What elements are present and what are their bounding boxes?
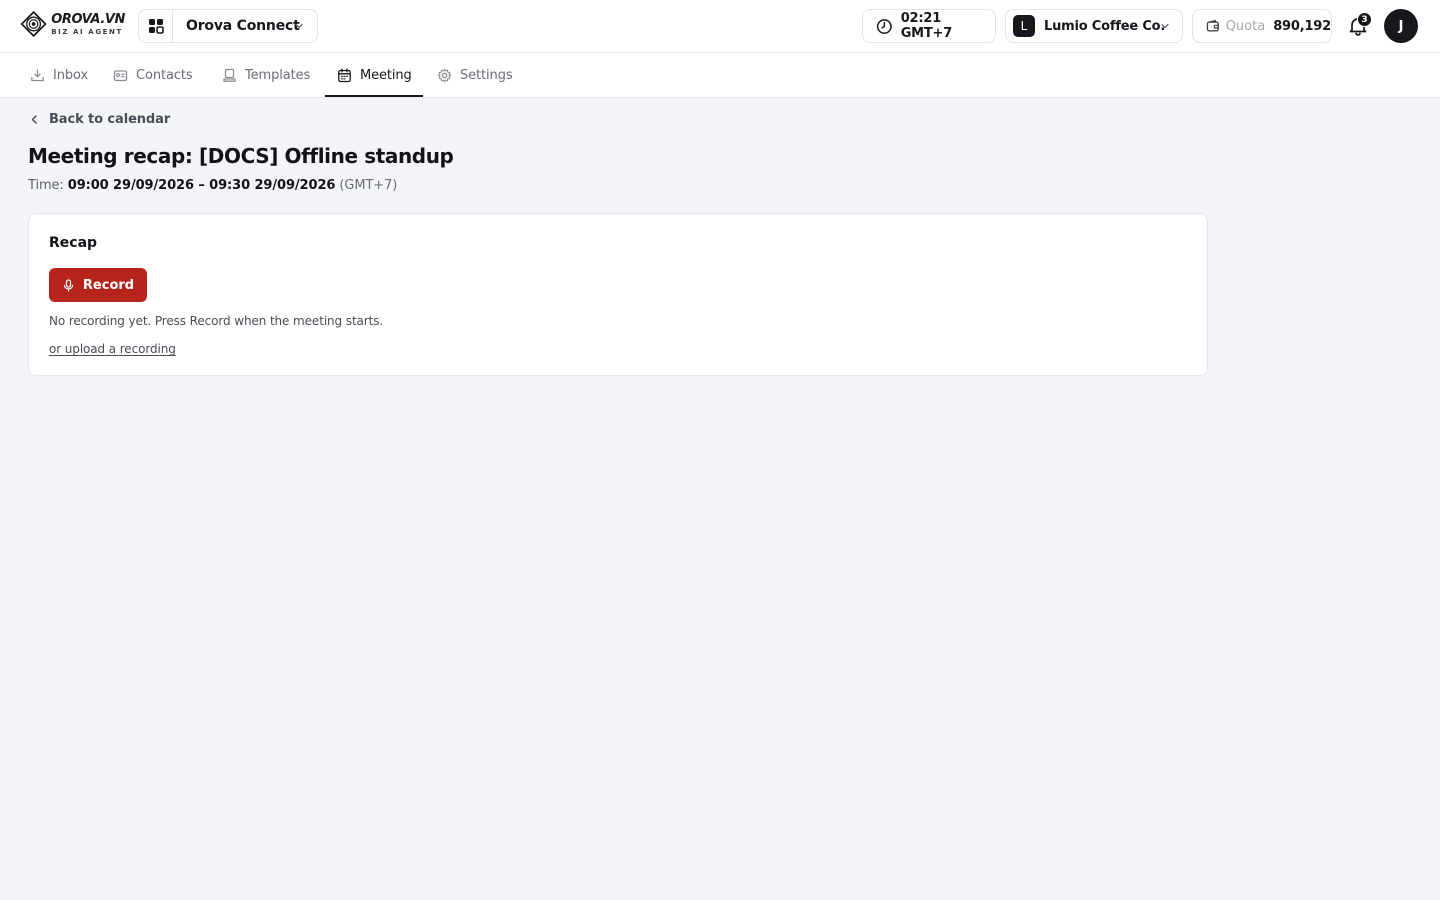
- brand-logo[interactable]: OROVA.VN BIZ AI AGENT: [20, 6, 125, 42]
- calendar-icon: [338, 68, 351, 82]
- workspace-name: Orova Connect: [186, 18, 300, 34]
- tab-label: Contacts: [136, 67, 193, 83]
- workspace-switcher[interactable]: Orova Connect: [138, 9, 318, 43]
- upload-recording-link[interactable]: or upload a recording: [49, 342, 176, 356]
- organization-switcher[interactable]: L Lumio Coffee Co.: [1005, 9, 1183, 43]
- wallet-icon: [1206, 19, 1219, 32]
- clock-display[interactable]: 02:21 GMT+7: [862, 9, 996, 43]
- back-to-calendar-link[interactable]: Back to calendar: [28, 110, 170, 128]
- quota-label: Quota: [1225, 18, 1266, 34]
- organization-avatar: L: [1013, 15, 1035, 37]
- timezone: (GMT+7): [339, 178, 398, 193]
- apps-grid-icon[interactable]: [139, 10, 173, 42]
- recap-card: Recap Record No recording yet. Press Rec…: [28, 213, 1208, 376]
- recap-title: Recap: [49, 235, 98, 251]
- organization-name: Lumio Coffee Co.: [1044, 18, 1166, 34]
- tab-label: Inbox: [53, 67, 89, 83]
- empty-recording-note: No recording yet. Press Record when the …: [49, 314, 384, 328]
- chevron-down-icon: [1161, 23, 1169, 29]
- quota-value: 890,192: [1273, 18, 1331, 34]
- brand-name: OROVA.VN: [51, 11, 125, 27]
- tab-contacts[interactable]: Contacts: [113, 53, 193, 97]
- tab-inbox[interactable]: Inbox: [30, 53, 88, 97]
- meeting-time: Time: 09:00 29/09/2026 – 09:30 29/09/202…: [28, 178, 397, 193]
- template-icon: [223, 68, 236, 82]
- notification-count-badge: 3: [1357, 12, 1372, 27]
- tab-label: Settings: [460, 67, 513, 83]
- gear-icon: [437, 68, 452, 82]
- time-label: Time:: [28, 178, 64, 193]
- record-button[interactable]: Record: [49, 268, 147, 302]
- tab-label: Templates: [245, 67, 311, 83]
- tab-templates[interactable]: Templates: [222, 53, 310, 97]
- tab-settings[interactable]: Settings: [437, 53, 513, 97]
- time-range: 09:00 29/09/2026 – 09:30 29/09/2026: [67, 178, 336, 193]
- brand-mark-icon: [20, 10, 47, 38]
- quota-display[interactable]: Quota 890,192: [1192, 9, 1332, 43]
- clock-icon: [876, 18, 892, 34]
- microphone-icon: [63, 278, 74, 292]
- chevron-left-icon: [31, 114, 37, 124]
- main-tabs: Inbox Contacts Templates Meeting Setting…: [0, 53, 1440, 98]
- tab-meeting[interactable]: Meeting: [337, 53, 412, 97]
- back-label: Back to calendar: [49, 111, 171, 127]
- current-time: 02:21 GMT+7: [900, 11, 953, 41]
- record-label: Record: [82, 277, 135, 293]
- page-title: Meeting recap: [DOCS] Offline standup: [28, 144, 454, 168]
- active-tab-indicator: [325, 95, 423, 97]
- inbox-icon: [31, 68, 44, 81]
- user-avatar[interactable]: J: [1384, 9, 1418, 43]
- brand-tagline: BIZ AI AGENT: [51, 27, 123, 36]
- tab-label: Meeting: [360, 67, 412, 83]
- contact-card-icon: [113, 69, 128, 81]
- chevron-down-icon: [295, 23, 303, 29]
- top-bar: OROVA.VN BIZ AI AGENT Orova Connect 02:2…: [0, 0, 1440, 53]
